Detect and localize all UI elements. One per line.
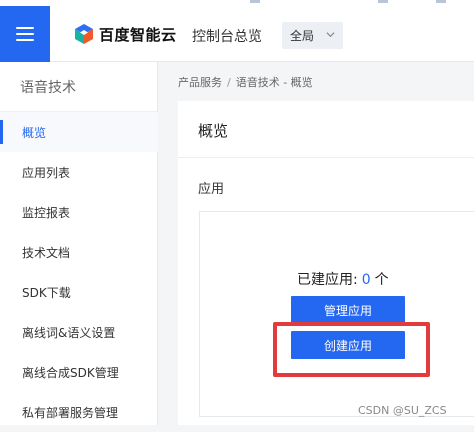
- created-apps-count: 已建应用: 0 个: [297, 269, 389, 289]
- sidebar-item-offline-words[interactable]: 离线词&语义设置: [0, 312, 158, 352]
- created-apps-number[interactable]: 0: [362, 272, 371, 288]
- page-title: 概览: [198, 122, 229, 140]
- section-title: 应用: [198, 182, 225, 197]
- divider: [178, 157, 474, 158]
- sidebar-item-offline-tts-sdk[interactable]: 离线合成SDK管理: [0, 352, 158, 392]
- sidebar-item-monitoring-report[interactable]: 监控报表: [0, 192, 158, 232]
- highlight-annotation-box: [273, 322, 430, 377]
- sidebar-item-label: 离线合成SDK管理: [22, 365, 119, 380]
- sidebar-title: 语音技术: [0, 62, 157, 112]
- sidebar-item-label: 监控报表: [22, 205, 71, 220]
- chevron-down-icon: [326, 32, 335, 38]
- menu-toggle-button[interactable]: [0, 6, 50, 62]
- sidebar-item-label: 离线词&语义设置: [22, 325, 116, 340]
- breadcrumb-root[interactable]: 产品服务: [178, 76, 222, 89]
- top-strip-tick: [378, 0, 388, 3]
- brand-name: 百度智能云: [99, 25, 177, 44]
- top-strip-tick: [436, 0, 446, 3]
- top-strip-tick: [250, 0, 260, 3]
- sidebar-item-label: 应用列表: [22, 165, 71, 180]
- sidebar-item-label: SDK下载: [22, 285, 71, 300]
- brand-logo[interactable]: 百度智能云: [73, 23, 177, 45]
- sidebar-item-app-list[interactable]: 应用列表: [0, 152, 158, 192]
- breadcrumb-current: 语音技术 - 概览: [235, 76, 313, 89]
- manage-apps-button[interactable]: 管理应用: [291, 296, 405, 324]
- created-apps-unit: 个: [374, 272, 389, 288]
- created-apps-label: 已建应用:: [297, 272, 358, 288]
- hamburger-icon: [16, 27, 34, 41]
- sidebar-item-label: 私有部署服务管理: [22, 405, 119, 420]
- sidebar-item-tech-docs[interactable]: 技术文档: [0, 232, 158, 272]
- cube-logo-icon: [75, 24, 93, 44]
- breadcrumb-separator: /: [227, 76, 231, 89]
- top-header: 百度智能云 控制台总览 全局: [0, 6, 474, 62]
- breadcrumb: 产品服务 / 语音技术 - 概览: [178, 74, 313, 90]
- region-select[interactable]: 全局: [282, 22, 343, 49]
- sidebar-item-label: 概览: [22, 125, 47, 140]
- region-select-value: 全局: [290, 29, 315, 43]
- sidebar-item-private-deploy[interactable]: 私有部署服务管理: [0, 392, 158, 432]
- watermark: CSDN @SU_ZCS: [358, 404, 447, 417]
- sidebar: 语音技术 概览 应用列表 监控报表 技术文档 SDK下载 离线词&语义设置 离线…: [0, 62, 158, 425]
- console-overview-link[interactable]: 控制台总览: [192, 26, 262, 46]
- sidebar-item-overview[interactable]: 概览: [0, 112, 158, 152]
- sidebar-item-sdk-download[interactable]: SDK下载: [0, 272, 158, 312]
- sidebar-item-label: 技术文档: [22, 245, 71, 260]
